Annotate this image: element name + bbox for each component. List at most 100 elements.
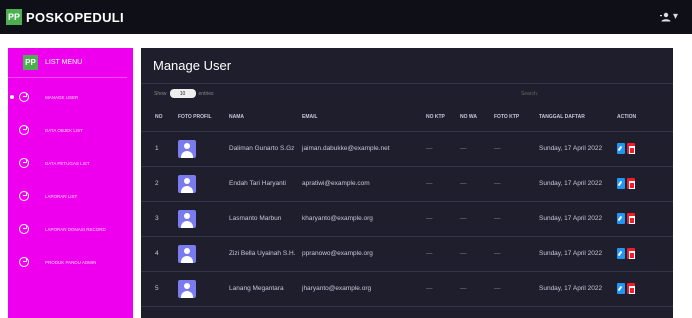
clock-icon [19, 224, 29, 234]
show-label: Show [154, 90, 167, 97]
top-navbar: PP POSKOPEDULI ▾ [0, 0, 692, 34]
clock-icon [19, 125, 29, 135]
avatar[interactable] [178, 139, 196, 158]
cell-tanggal: Sunday, 17 April 2022 [539, 166, 617, 202]
col-no[interactable]: NO [141, 104, 178, 132]
cell-foto [178, 201, 229, 237]
user-icon [659, 12, 671, 21]
delete-button[interactable] [627, 283, 635, 294]
cell-action [617, 271, 673, 307]
cell-nama: Lanang Megantara [229, 271, 302, 307]
cell-foto [178, 236, 229, 272]
sidebar-item-laporan-donasi[interactable]: LAPORAN DONASI RECORD [8, 222, 133, 236]
cell-no: 4 [141, 236, 178, 272]
chevron-down-icon: ▾ [672, 11, 678, 22]
cell-action [617, 131, 673, 167]
cell-foto-ktp: — [494, 236, 539, 272]
cell-nama: Endah Tari Haryanti [229, 166, 302, 202]
avatar[interactable] [178, 209, 196, 228]
user-menu-toggle[interactable]: ▾ [659, 11, 678, 22]
sidebar-item-data-objek[interactable]: DATA OBJEK LIST [8, 123, 133, 137]
cell-email: jaiman.dabukke@example.net [302, 131, 426, 167]
cell-no-wa: — [460, 131, 494, 167]
table-row: 4 Zizi Bella Uyainah S.H. ppranowo@examp… [141, 236, 673, 272]
sidebar-item-manage-user[interactable]: MANAGE USER [8, 90, 133, 104]
avatar[interactable] [178, 244, 196, 263]
cell-action [617, 201, 673, 237]
col-no-ktp[interactable]: NO KTP [426, 104, 460, 132]
edit-button[interactable] [617, 248, 625, 259]
cell-tanggal: Sunday, 17 April 2022 [539, 201, 617, 237]
entries-value: 10 [179, 90, 186, 97]
sidebar-logo: PP [23, 55, 38, 70]
users-table: NO FOTO PROFIL NAMA EMAIL NO KTP NO WA F… [141, 104, 673, 307]
settings-gear-shape [679, 81, 689, 92]
edit-button[interactable] [617, 283, 625, 294]
delete-button[interactable] [627, 178, 635, 189]
cell-no-ktp: — [426, 131, 460, 167]
clock-icon [19, 257, 29, 267]
cell-no-ktp: — [426, 236, 460, 272]
edit-button[interactable] [617, 213, 625, 224]
col-nama[interactable]: NAMA [229, 104, 302, 132]
sidebar-header: PP LIST MENU [8, 48, 127, 78]
entries-select[interactable]: 10 [169, 89, 196, 98]
sidebar-item-data-petugas[interactable]: DATA PETUGAS LIST [8, 156, 133, 170]
delete-button[interactable] [627, 248, 635, 259]
cell-no: 2 [141, 166, 178, 202]
table-header-row: NO FOTO PROFIL NAMA EMAIL NO KTP NO WA F… [141, 104, 673, 132]
entries-label: entries [198, 90, 214, 97]
cell-foto-ktp: — [494, 166, 539, 202]
search-label: Search: [521, 91, 539, 97]
cell-tanggal: Sunday, 17 April 2022 [539, 236, 617, 272]
sidebar-item-laporan[interactable]: LAPORAN LIST [8, 189, 133, 203]
delete-button[interactable] [627, 143, 635, 154]
entries-control: Show 10 entries [154, 89, 214, 98]
avatar[interactable] [178, 279, 196, 298]
edit-button[interactable] [617, 178, 625, 189]
sidebar-item-label: PRODUK PANDU ADMIN [45, 259, 97, 265]
content-panel: Manage User Show 10 entries Search: NO F… [141, 48, 673, 318]
cell-foto-ktp: — [494, 271, 539, 307]
divider [141, 83, 673, 84]
cell-no-wa: — [460, 236, 494, 272]
cell-no-ktp: — [426, 201, 460, 237]
sidebar-item-label: LAPORAN DONASI RECORD [45, 226, 106, 232]
col-tanggal-daftar[interactable]: TANGGAL DAFTAR [539, 104, 617, 132]
cell-foto-ktp: — [494, 131, 539, 167]
cell-tanggal: Sunday, 17 April 2022 [539, 131, 617, 167]
clock-icon [19, 158, 29, 168]
col-action: ACTION [617, 104, 673, 132]
cell-email: apratiwi@example.com [302, 166, 426, 202]
cell-no-wa: — [460, 271, 494, 307]
avatar[interactable] [178, 174, 196, 193]
cell-nama: Zizi Bella Uyainah S.H. [229, 236, 302, 272]
cell-foto [178, 166, 229, 202]
table-row: 2 Endah Tari Haryanti apratiwi@example.c… [141, 166, 673, 202]
cell-foto-ktp: — [494, 201, 539, 237]
cell-no: 1 [141, 131, 178, 167]
col-foto-profil[interactable]: FOTO PROFIL [178, 104, 229, 132]
clock-icon [19, 92, 29, 102]
sidebar-title: LIST MENU [45, 59, 83, 66]
sidebar-item-label: DATA OBJEK LIST [45, 127, 83, 133]
sidebar: PP LIST MENU MANAGE USER DATA OBJEK LIST… [8, 48, 133, 318]
cell-no-ktp: — [426, 271, 460, 307]
gear-icon[interactable] [677, 80, 691, 96]
cell-tanggal: Sunday, 17 April 2022 [539, 271, 617, 307]
col-email[interactable]: EMAIL [302, 104, 426, 132]
sidebar-item-produk-pandu[interactable]: PRODUK PANDU ADMIN [8, 255, 133, 269]
col-foto-ktp[interactable]: FOTO KTP [494, 104, 539, 132]
table-row: 1 Daliman Gunarto S.Gz jaiman.dabukke@ex… [141, 131, 673, 167]
delete-button[interactable] [627, 213, 635, 224]
col-no-wa[interactable]: NO WA [460, 104, 494, 132]
cell-action [617, 166, 673, 202]
cell-foto [178, 271, 229, 307]
cell-nama: Daliman Gunarto S.Gz [229, 131, 302, 167]
cell-foto [178, 131, 229, 167]
edit-button[interactable] [617, 143, 625, 154]
brand-name[interactable]: POSKOPEDULI [26, 10, 124, 25]
app-logo[interactable]: PP [6, 9, 22, 25]
table-row: 3 Lasmanto Marbun kharyanto@example.org … [141, 201, 673, 237]
cell-no: 5 [141, 271, 178, 307]
